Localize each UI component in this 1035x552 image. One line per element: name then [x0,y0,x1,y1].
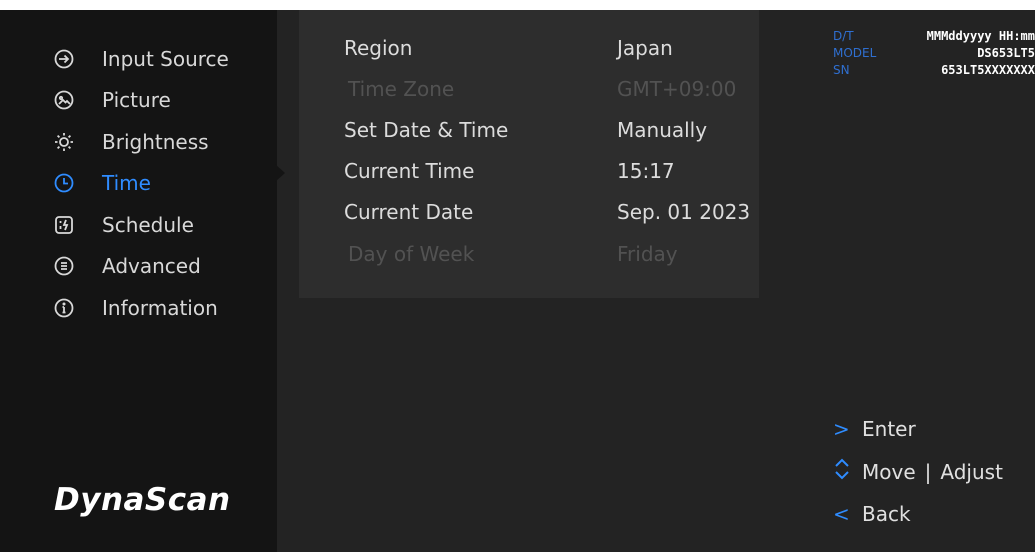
info-row-sn: SN 653LT5XXXXXXX [833,62,1035,79]
setting-value: 15:17 [617,159,675,183]
setting-label: Region [344,36,413,60]
help-label: Adjust [940,459,1003,484]
info-key: D/T [833,29,854,43]
setting-label: Day of Week [348,242,475,266]
setting-row-set-date-time[interactable]: Set Date & Time Manually [344,118,754,148]
picture-icon [54,90,74,110]
setting-value: Japan [617,36,673,60]
menu-item-label: Picture [102,88,171,113]
setting-row-day-of-week: Day of Week Friday [344,242,754,272]
setting-row-current-time[interactable]: Current Time 15:17 [344,159,754,189]
menu-item-advanced[interactable]: Advanced [54,246,229,288]
device-info: D/T MMMddyyyy HH:mm MODEL DS653LT5 SN 65… [833,28,1035,79]
setting-label: Set Date & Time [344,118,509,142]
chevron-right-icon: > [833,417,850,442]
setting-value: Manually [617,118,708,142]
setting-value: Sep. 01 2023 [617,200,751,224]
info-key: MODEL [833,46,877,60]
menu-item-schedule[interactable]: Schedule [54,204,229,246]
setting-row-region[interactable]: Region Japan [344,36,754,66]
help-label: Move [862,459,916,484]
help-back: < Back [833,493,1003,536]
info-value: DS653LT5 [977,46,1035,60]
chevron-left-icon: < [833,502,850,527]
menu-item-label: Brightness [102,129,209,154]
help-label: Enter [862,417,916,442]
menu-item-input-source[interactable]: Input Source [54,38,229,80]
setting-label: Current Date [344,200,474,224]
active-menu-pointer [275,164,285,182]
menu-item-label: Time [102,171,151,196]
menu-item-label: Advanced [102,254,201,279]
help-label: Back [862,502,911,527]
menu-item-brightness[interactable]: Brightness [54,121,229,163]
main-menu: Input Source Picture Brightness Time Sch… [54,38,229,329]
clock-icon [54,173,74,193]
menu-item-picture[interactable]: Picture [54,80,229,122]
info-value: MMMddyyyy HH:mm [926,29,1035,43]
setting-value: Friday [617,242,678,266]
menu-item-label: Information [102,295,218,320]
info-key: SN [833,63,850,77]
setting-label: Time Zone [348,77,455,101]
help-move-adjust: Move | Adjust [833,451,1003,494]
menu-item-information[interactable]: Information [54,287,229,329]
setting-label: Current Time [344,159,475,183]
info-value: 653LT5XXXXXXX [941,63,1035,77]
advanced-icon [54,256,74,276]
time-settings-panel: Region Japan Time Zone GMT+09:00 Set Dat… [299,10,759,298]
top-strip [0,0,1035,10]
info-icon [54,298,74,318]
menu-item-label: Input Source [102,46,229,71]
key-help: > Enter Move | Adjust < Back [833,408,1003,536]
schedule-icon [54,215,74,235]
help-separator: | [924,459,932,484]
menu-item-time[interactable]: Time [54,163,229,205]
info-row-model: MODEL DS653LT5 [833,45,1035,62]
help-enter: > Enter [833,408,1003,451]
up-down-arrows-icon [833,458,862,485]
sidebar: Input Source Picture Brightness Time Sch… [0,10,277,552]
setting-row-current-date[interactable]: Current Date Sep. 01 2023 [344,200,754,230]
menu-item-label: Schedule [102,212,194,237]
setting-row-time-zone: Time Zone GMT+09:00 [344,77,754,107]
dynascan-logo: DynaScan [54,482,231,518]
input-source-icon [54,49,74,69]
info-row-dt: D/T MMMddyyyy HH:mm [833,28,1035,45]
brightness-icon [54,132,74,152]
setting-value: GMT+09:00 [617,77,737,101]
